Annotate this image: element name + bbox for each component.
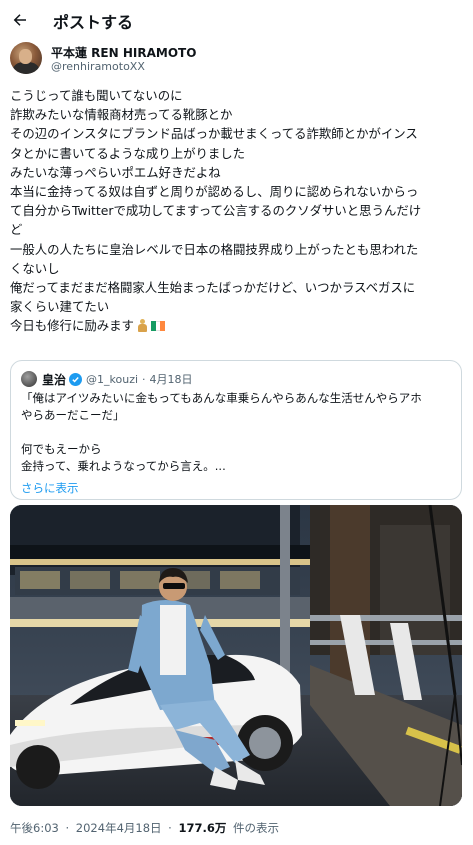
quoted-avatar — [21, 371, 37, 387]
post-line: こうじって誰も聞いてないのに — [10, 88, 183, 103]
photo-man-on-white-sports-car-icon — [10, 505, 462, 806]
meditation-emoji-icon — [137, 319, 147, 333]
quoted-separator: · — [142, 372, 146, 386]
post-author: 平本蓮 REN HIRAMOTO @renhiramotoXX — [10, 42, 460, 76]
meta-separator: · — [65, 821, 70, 835]
flag-stripe-orange — [160, 321, 165, 332]
post-meta: 午後6:03 · 2024年4月18日 · 177.6万 件の表示 — [10, 820, 279, 836]
top-bar: ポストする — [0, 0, 473, 40]
quoted-line: 「俺はアイツみたいに金もってもあんな車乗らんやらあんな生活せんやらアホ — [21, 391, 422, 405]
quoted-display-name: 皇治 — [42, 372, 67, 387]
quoted-post[interactable]: 皇治 @1_kouzi · 4月18日 「俺はアイツみたいに金もってもあんな車乗… — [10, 360, 462, 500]
back-button[interactable] — [10, 10, 30, 30]
author-handle[interactable]: @renhiramotoXX — [51, 60, 145, 73]
post-line: その辺のインスタにブランド品ばっか載せまくってる詐欺師とかがインス — [10, 126, 418, 142]
view-count[interactable]: 177.6万 — [178, 821, 226, 835]
post-line: 今日も修行に励みます — [10, 318, 134, 334]
show-more-link[interactable]: さらに表示 — [21, 480, 79, 496]
meta-separator: · — [168, 821, 172, 835]
post-line: 一般人の人たちに皇治レベルで日本の格闘技界成り上がったとも思われた — [10, 241, 419, 257]
page-title: ポストする — [53, 13, 134, 32]
quoted-line: やらあーだこーだ」 — [21, 408, 125, 422]
post-line: て自分からTwitterで成功してますって公言するのクソダサいと思うんだけ — [10, 203, 422, 219]
quoted-post-header: 皇治 @1_kouzi · 4月18日 — [21, 370, 193, 388]
post-time[interactable]: 午後6:03 — [10, 821, 59, 835]
post-line: 本当に金持ってる奴は自ずと周りが認めるし、周りに認められないからっ — [10, 183, 419, 199]
verified-badge-icon — [69, 372, 83, 386]
post-line-last: 今日も修行に励みます — [10, 316, 465, 335]
post-line: 詐欺みたいな情報商材売ってる靴豚とか — [10, 107, 233, 123]
post-text: こうじって誰も聞いてないのに 詐欺みたいな情報商材売ってる靴豚とか その辺のイン… — [10, 86, 465, 335]
author-display-name[interactable]: 平本蓮 REN HIRAMOTO — [51, 44, 196, 61]
post-line: くないし — [10, 260, 60, 276]
quoted-line: 金持って、乗れようなってから言え。... — [21, 459, 226, 473]
post-date[interactable]: 2024年4月18日 — [76, 821, 162, 835]
avatar[interactable] — [10, 42, 42, 74]
view-count-label: 件の表示 — [233, 821, 280, 835]
post-line: みたいな薄っぺらいポエム好きだよね — [10, 164, 221, 180]
post-line: ど — [10, 222, 23, 238]
quoted-line — [21, 424, 451, 441]
quoted-date: 4月18日 — [149, 373, 193, 386]
arrow-left-icon — [13, 14, 26, 26]
post-line: 俺だってまだまだ格闘家人生始まったばっかだけど、いつかラスベガスに — [10, 279, 416, 295]
quoted-text: 「俺はアイツみたいに金もってもあんな車乗らんやらあんな生活せんやらアホ やらあー… — [21, 390, 451, 475]
ireland-flag-icon — [150, 321, 165, 332]
post-line: タとかに書いてるような成り上がりました — [10, 145, 246, 161]
quoted-line: 何でもえーから — [21, 442, 102, 456]
quoted-handle: @1_kouzi — [86, 372, 139, 386]
post-line: 家くらい建てたい — [10, 299, 110, 315]
post-photo[interactable] — [10, 505, 462, 806]
